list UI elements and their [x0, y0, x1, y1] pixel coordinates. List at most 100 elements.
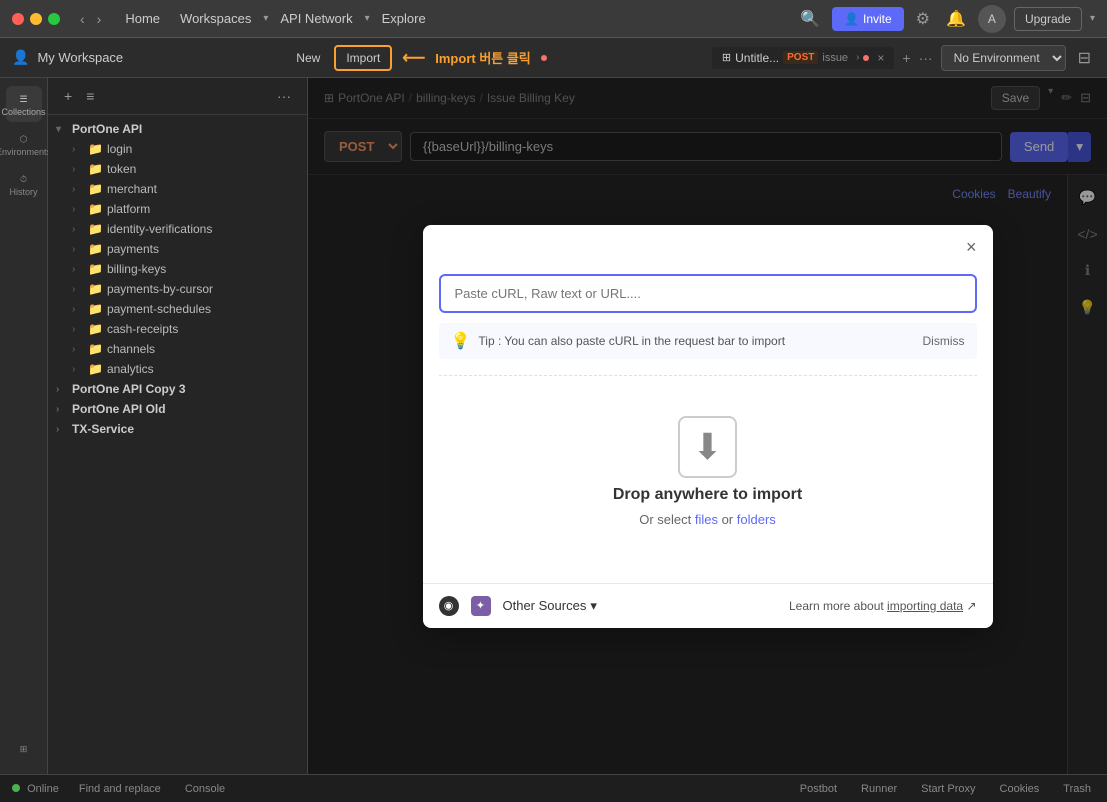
- tree-group-portone-api[interactable]: ▾ PortOne API: [48, 119, 307, 139]
- back-button[interactable]: ‹: [76, 9, 89, 29]
- tree-item-billing-keys[interactable]: › 📁 billing-keys: [64, 259, 307, 279]
- tree-item-merchant[interactable]: › 📁 merchant: [64, 179, 307, 199]
- chevron-right-icon: ›: [72, 304, 84, 315]
- tab-close-button[interactable]: ×: [877, 51, 884, 65]
- status-dot-icon: [12, 784, 20, 792]
- tip-text: Tip : You can also paste cURL in the req…: [478, 334, 785, 348]
- other-sources-label: Other Sources: [503, 598, 587, 613]
- history-icon: ⏱: [20, 174, 27, 185]
- more-tabs-button[interactable]: ···: [919, 50, 933, 66]
- method-badge: POST: [783, 51, 818, 64]
- chevron-right-icon: ›: [856, 52, 859, 63]
- nav-workspaces[interactable]: Workspaces: [172, 7, 259, 30]
- close-light[interactable]: [12, 13, 24, 25]
- tab-dot: [863, 55, 869, 61]
- minimize-light[interactable]: [30, 13, 42, 25]
- trash-button[interactable]: Trash: [1059, 781, 1095, 797]
- tree-item-identity-verifications[interactable]: › 📁 identity-verifications: [64, 219, 307, 239]
- folder-icon: 📁: [88, 182, 103, 196]
- github-icon[interactable]: ◉: [439, 596, 459, 616]
- bottom-bar: Online Find and replace Console Postbot …: [0, 774, 1107, 802]
- workspace-name: My Workspace: [37, 50, 123, 65]
- sidebar: + ≡ ··· ▾ PortOne API › 📁 login › 📁 to: [48, 78, 308, 774]
- folder-icon: 📁: [88, 202, 103, 216]
- explore-icon: ⊞: [20, 744, 28, 755]
- environment-select[interactable]: No Environment: [941, 45, 1066, 71]
- tree-item-payment-schedules[interactable]: › 📁 payment-schedules: [64, 299, 307, 319]
- tree-group-tx-service[interactable]: › TX-Service: [48, 419, 307, 439]
- tree-item-login[interactable]: › 📁 login: [64, 139, 307, 159]
- tab-label: Untitle...: [735, 51, 779, 65]
- modal-body: 💡 Tip : You can also paste cURL in the r…: [423, 258, 993, 583]
- postbot-button[interactable]: Postbot: [796, 781, 841, 797]
- chevron-right-icon: ›: [72, 144, 84, 155]
- more-options-button[interactable]: ···: [273, 86, 295, 106]
- other-sources-button[interactable]: Other Sources ▾: [503, 598, 597, 614]
- import-input[interactable]: [439, 274, 977, 313]
- tree-item-token[interactable]: › 📁 token: [64, 159, 307, 179]
- sidebar-item-collections[interactable]: ☰ Collections: [6, 86, 42, 122]
- notifications-button[interactable]: 🔔: [942, 5, 970, 33]
- find-replace-button[interactable]: Find and replace: [75, 781, 165, 797]
- add-collection-button[interactable]: +: [60, 86, 76, 106]
- folders-link[interactable]: folders: [737, 512, 776, 527]
- upgrade-button[interactable]: Upgrade: [1014, 7, 1082, 31]
- tree-item-payments-by-cursor[interactable]: › 📁 payments-by-cursor: [64, 279, 307, 299]
- avatar[interactable]: A: [978, 5, 1006, 33]
- active-tab[interactable]: ⊞ Untitle... POST issue › ×: [712, 47, 895, 69]
- sidebar-item-environments[interactable]: ⬡ Environments: [6, 126, 42, 162]
- workspace-icon: 👤: [12, 49, 29, 66]
- sidebar-item-history[interactable]: ⏱ History: [6, 166, 42, 202]
- settings-button[interactable]: ⚙: [912, 5, 934, 33]
- folder-icon: 📁: [88, 142, 103, 156]
- tree-item-analytics[interactable]: › 📁 analytics: [64, 359, 307, 379]
- importing-data-link[interactable]: importing data: [887, 599, 963, 613]
- plugin-icon[interactable]: ✦: [471, 596, 491, 616]
- files-link[interactable]: files: [695, 512, 718, 527]
- nav-api-network[interactable]: API Network: [272, 7, 360, 30]
- tree-group-portone-copy3[interactable]: › PortOne API Copy 3: [48, 379, 307, 399]
- nav-explore[interactable]: Explore: [374, 7, 434, 30]
- search-button[interactable]: 🔍: [796, 5, 824, 33]
- tree-item-payments[interactable]: › 📁 payments: [64, 239, 307, 259]
- chevron-right-icon: ›: [72, 364, 84, 375]
- folder-icon: 📁: [88, 322, 103, 336]
- chevron-right-icon: ›: [72, 224, 84, 235]
- cookies-button[interactable]: Cookies: [996, 781, 1044, 797]
- invite-button[interactable]: 👤 Invite: [832, 7, 904, 31]
- sort-button[interactable]: ≡: [82, 86, 98, 106]
- nav-home[interactable]: Home: [117, 7, 168, 30]
- import-button[interactable]: Import: [334, 45, 392, 71]
- forward-button[interactable]: ›: [93, 9, 106, 29]
- tree-item-platform[interactable]: › 📁 platform: [64, 199, 307, 219]
- add-tab-button[interactable]: +: [902, 50, 910, 66]
- grid-icon: ⊞: [722, 51, 731, 64]
- recording-dot: [541, 55, 547, 61]
- modal-footer: ◉ ✦ Other Sources ▾ Learn more about imp…: [423, 583, 993, 628]
- maximize-light[interactable]: [48, 13, 60, 25]
- folder-icon: 📁: [88, 302, 103, 316]
- sidebar-toolbar: + ≡ ···: [48, 78, 307, 115]
- chevron-right-icon: ›: [72, 164, 84, 175]
- modal-overlay[interactable]: × 💡 Tip : You can also paste cURL in the…: [308, 78, 1107, 774]
- runner-button[interactable]: Runner: [857, 781, 901, 797]
- tree-group-portone-old[interactable]: › PortOne API Old: [48, 399, 307, 419]
- chevron-right-icon: ›: [56, 404, 68, 415]
- modal-close-button[interactable]: ×: [966, 237, 977, 258]
- tree-item-cash-receipts[interactable]: › 📁 cash-receipts: [64, 319, 307, 339]
- drop-area[interactable]: ⬇ Drop anywhere to import Or select file…: [439, 375, 977, 567]
- folder-icon: 📁: [88, 162, 103, 176]
- chevron-right-icon: ›: [72, 284, 84, 295]
- collections-tree: ▾ PortOne API › 📁 login › 📁 token › 📁 me: [48, 115, 307, 774]
- people-icon: 👤: [844, 12, 859, 26]
- main-layout: ☰ Collections ⬡ Environments ⏱ History ⊞…: [0, 78, 1107, 774]
- console-button[interactable]: Console: [181, 781, 229, 797]
- start-proxy-button[interactable]: Start Proxy: [917, 781, 979, 797]
- sidebar-item-explore[interactable]: ⊞: [6, 730, 42, 766]
- tree-item-channels[interactable]: › 📁 channels: [64, 339, 307, 359]
- import-data-link: Learn more about importing data ↗: [789, 599, 977, 613]
- new-button[interactable]: New: [288, 47, 328, 69]
- dismiss-button[interactable]: Dismiss: [923, 334, 965, 348]
- layout-button[interactable]: ⊟: [1074, 44, 1095, 72]
- import-arrow-icon: ⟵: [402, 48, 425, 68]
